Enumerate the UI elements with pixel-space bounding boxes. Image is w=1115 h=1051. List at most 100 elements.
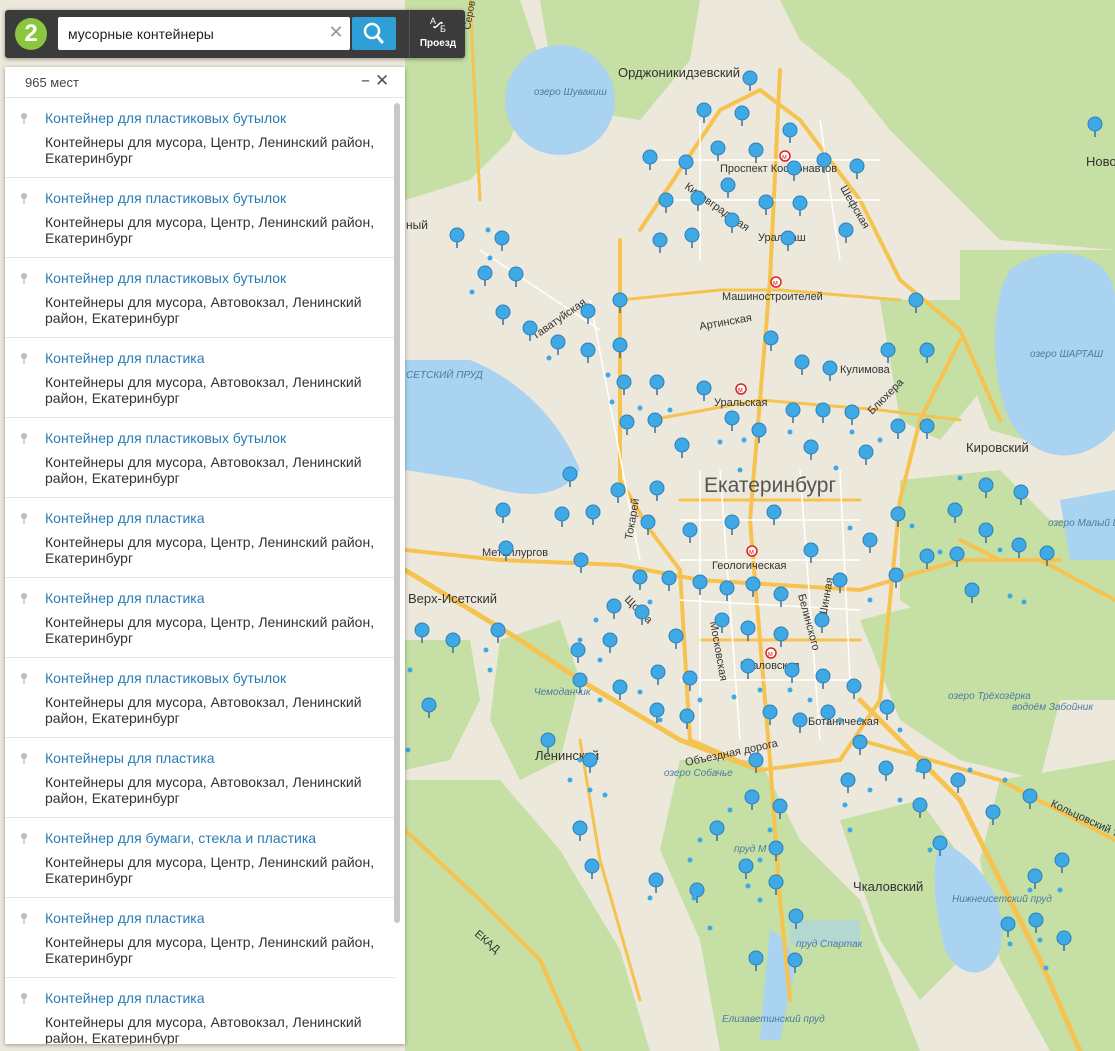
list-item-title[interactable]: Контейнер для бумаги, стекла и пластика — [45, 830, 316, 846]
container-dot-icon[interactable] — [667, 407, 673, 413]
container-dot-icon[interactable] — [1002, 777, 1008, 783]
list-item-title[interactable]: Контейнеры для пластика — [45, 750, 215, 766]
scrollbar[interactable] — [394, 103, 400, 923]
container-dot-icon[interactable] — [757, 857, 763, 863]
list-item-title[interactable]: Контейнер для пластиковых бутылок — [45, 110, 286, 126]
container-dot-icon[interactable] — [857, 717, 863, 723]
container-dot-icon[interactable] — [1007, 941, 1013, 947]
container-dot-icon[interactable] — [1007, 593, 1013, 599]
container-dot-icon[interactable] — [1043, 965, 1049, 971]
container-dot-icon[interactable] — [727, 807, 733, 813]
list-item-title[interactable]: Контейнер для пластиковых бутылок — [45, 270, 286, 286]
container-dot-icon[interactable] — [707, 925, 713, 931]
list-item[interactable]: Контейнер для бумаги, стекла и пластика К… — [5, 818, 395, 898]
container-dot-icon[interactable] — [833, 465, 839, 471]
container-dot-icon[interactable] — [597, 657, 603, 663]
list-item[interactable]: Контейнер для пластика Контейнеры для мус… — [5, 978, 395, 1044]
container-dot-icon[interactable] — [485, 227, 491, 233]
container-dot-icon[interactable] — [737, 467, 743, 473]
search-button[interactable] — [352, 17, 396, 50]
container-dot-icon[interactable] — [837, 717, 843, 723]
container-dot-icon[interactable] — [657, 717, 663, 723]
minimize-button[interactable]: – — [361, 70, 370, 91]
container-dot-icon[interactable] — [405, 747, 411, 753]
container-dot-icon[interactable] — [847, 525, 853, 531]
search-input[interactable] — [58, 17, 350, 50]
container-dot-icon[interactable] — [483, 647, 489, 653]
logo-icon[interactable]: 2 — [15, 18, 47, 50]
container-dot-icon[interactable] — [867, 597, 873, 603]
list-item-title[interactable]: Контейнер для пластиковых бутылок — [45, 190, 286, 206]
list-item[interactable]: Контейнер для пластиковых бутылок Контейн… — [5, 178, 395, 258]
container-dot-icon[interactable] — [637, 689, 643, 695]
list-item-title[interactable]: Контейнер для пластика — [45, 350, 205, 366]
list-item[interactable]: Контейнер для пластиковых бутылок Контейн… — [5, 418, 395, 498]
container-dot-icon[interactable] — [767, 827, 773, 833]
container-dot-icon[interactable] — [877, 437, 883, 443]
container-dot-icon[interactable] — [1037, 937, 1043, 943]
container-dot-icon[interactable] — [637, 405, 643, 411]
list-item-title[interactable]: Контейнер для пластиковых бутылок — [45, 670, 286, 686]
list-item[interactable]: Контейнер для пластиковых бутылок Контейн… — [5, 98, 395, 178]
list-item[interactable]: Контейнер для пластиковых бутылок Контейн… — [5, 658, 395, 738]
container-dot-icon[interactable] — [1027, 887, 1033, 893]
container-dot-icon[interactable] — [1021, 599, 1027, 605]
container-dot-icon[interactable] — [577, 757, 583, 763]
container-dot-icon[interactable] — [487, 255, 493, 261]
container-dot-icon[interactable] — [967, 767, 973, 773]
container-dot-icon[interactable] — [717, 439, 723, 445]
container-dot-icon[interactable] — [602, 792, 608, 798]
list-item[interactable]: Контейнер для пластика Контейнеры для мус… — [5, 338, 395, 418]
container-dot-icon[interactable] — [847, 827, 853, 833]
container-dot-icon[interactable] — [757, 687, 763, 693]
container-dot-icon[interactable] — [897, 797, 903, 803]
container-dot-icon[interactable] — [927, 847, 933, 853]
container-dot-icon[interactable] — [867, 787, 873, 793]
container-dot-icon[interactable] — [407, 667, 413, 673]
list-item-title[interactable]: Контейнер для пластика — [45, 510, 205, 526]
close-icon[interactable]: ✕ — [326, 21, 346, 45]
container-dot-icon[interactable] — [842, 802, 848, 808]
container-dot-icon[interactable] — [597, 697, 603, 703]
list-item[interactable]: Контейнер для пластика Контейнеры для мус… — [5, 498, 395, 578]
container-dot-icon[interactable] — [745, 883, 751, 889]
list-item-title[interactable]: Контейнер для пластика — [45, 590, 205, 606]
container-dot-icon[interactable] — [731, 694, 737, 700]
list-item-title[interactable]: Контейнер для пластика — [45, 990, 205, 1006]
container-dot-icon[interactable] — [957, 475, 963, 481]
list-item[interactable]: Контейнер для пластиковых бутылок Контейн… — [5, 258, 395, 338]
container-dot-icon[interactable] — [849, 429, 855, 435]
list-item[interactable]: Контейнеры для пластика Контейнеры для му… — [5, 738, 395, 818]
list-item[interactable]: Контейнер для пластика Контейнеры для мус… — [5, 898, 395, 978]
container-dot-icon[interactable] — [697, 837, 703, 843]
container-dot-icon[interactable] — [687, 857, 693, 863]
container-dot-icon[interactable] — [577, 637, 583, 643]
list-item[interactable]: Контейнер для пластика Контейнеры для мус… — [5, 578, 395, 658]
container-dot-icon[interactable] — [909, 523, 915, 529]
container-dot-icon[interactable] — [647, 895, 653, 901]
container-dot-icon[interactable] — [609, 399, 615, 405]
container-dot-icon[interactable] — [567, 777, 573, 783]
container-dot-icon[interactable] — [741, 437, 747, 443]
container-dot-icon[interactable] — [546, 355, 552, 361]
container-dot-icon[interactable] — [605, 372, 611, 378]
container-dot-icon[interactable] — [997, 547, 1003, 553]
container-dot-icon[interactable] — [915, 767, 921, 773]
list-item-title[interactable]: Контейнер для пластиковых бутылок — [45, 430, 286, 446]
list-item-title[interactable]: Контейнер для пластика — [45, 910, 205, 926]
container-dot-icon[interactable] — [897, 727, 903, 733]
container-dot-icon[interactable] — [593, 617, 599, 623]
container-dot-icon[interactable] — [469, 289, 475, 295]
close-panel-button[interactable]: ✕ — [375, 71, 389, 91]
container-dot-icon[interactable] — [787, 687, 793, 693]
container-dot-icon[interactable] — [587, 787, 593, 793]
route-button[interactable]: А Б Проезд — [409, 10, 466, 58]
container-dot-icon[interactable] — [937, 549, 943, 555]
container-dot-icon[interactable] — [487, 667, 493, 673]
container-dot-icon[interactable] — [757, 897, 763, 903]
container-dot-icon[interactable] — [697, 697, 703, 703]
container-dot-icon[interactable] — [1057, 887, 1063, 893]
container-dot-icon[interactable] — [807, 697, 813, 703]
container-dot-icon[interactable] — [691, 895, 697, 901]
container-dot-icon[interactable] — [647, 599, 653, 605]
